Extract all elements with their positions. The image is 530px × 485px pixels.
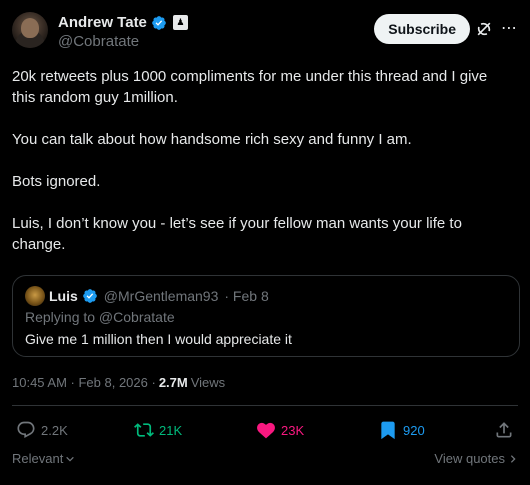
tweet-timestamp[interactable]: 10:45 AM · Feb 8, 2026 · [12,375,156,390]
author-avatar[interactable] [12,12,48,48]
author-name-row: Andrew Tate ♟ [58,14,188,31]
chevron-right-icon [510,454,516,463]
quote-date: · Feb 8 [224,288,269,304]
verified-badge-icon [82,289,97,303]
tweet-paragraph: You can talk about how handsome rich sex… [12,131,412,148]
reply-button[interactable]: 2.2K [16,418,68,442]
share-button[interactable] [494,418,514,442]
view-quotes-label: View quotes [434,451,505,466]
tweet-paragraph: 20k retweets plus 1000 compliments for m… [12,68,488,106]
affiliate-badge-icon[interactable]: ♟ [172,15,188,30]
action-bar: 2.2K 21K 23K 920 [12,418,518,442]
tweet-body: 20k retweets plus 1000 compliments for m… [12,66,512,276]
quote-header: Luis @MrGentleman93 · Feb 8 [25,286,269,306]
like-button[interactable]: 23K [256,418,304,442]
subscribe-button[interactable]: Subscribe [374,14,470,44]
quoted-tweet[interactable]: Luis @MrGentleman93 · Feb 8 Replying to … [12,275,520,357]
verified-badge-icon [152,15,166,30]
quote-replying-to: Replying to @Cobratate [25,309,175,325]
grok-icon[interactable] [474,19,494,39]
chevron-down-icon [66,456,75,462]
more-options-icon[interactable]: ⋯ [500,19,518,39]
like-count: 23K [281,422,305,438]
views-label: Views [190,375,226,390]
views-count: 2.7M [158,375,188,390]
quote-author-name: Luis [49,288,78,304]
quote-author-handle: @MrGentleman93 [103,288,219,304]
author-handle[interactable]: @Cobratate [58,33,139,50]
author-name[interactable]: Andrew Tate [58,14,147,31]
heart-icon [257,422,275,439]
sort-dropdown[interactable]: Relevant [12,451,75,466]
view-quotes-link[interactable]: View quotes [434,451,518,466]
sort-label: Relevant [12,451,64,466]
tweet-meta: 10:45 AM · Feb 8, 2026 · 2.7M Views [12,375,225,390]
quote-avatar [25,286,45,306]
retweet-icon [134,423,154,437]
share-icon [496,422,512,438]
retweet-button[interactable]: 21K [134,418,182,442]
reply-icon [17,421,35,438]
divider [12,405,518,406]
bookmark-count: 920 [403,422,425,438]
tweet-footer: Relevant View quotes [12,451,518,469]
quote-text: Give me 1 million then I would appreciat… [25,331,292,347]
retweet-count: 21K [159,422,183,438]
tweet-paragraph: Luis, I don’t know you - let’s see if yo… [12,215,462,253]
bookmark-button[interactable]: 920 [378,418,425,442]
reply-count: 2.2K [41,422,68,438]
tweet-header: Andrew Tate ♟ @Cobratate Subscribe ⋯ [12,12,518,56]
bookmark-icon [381,421,395,440]
tweet-paragraph: Bots ignored. [12,173,101,190]
